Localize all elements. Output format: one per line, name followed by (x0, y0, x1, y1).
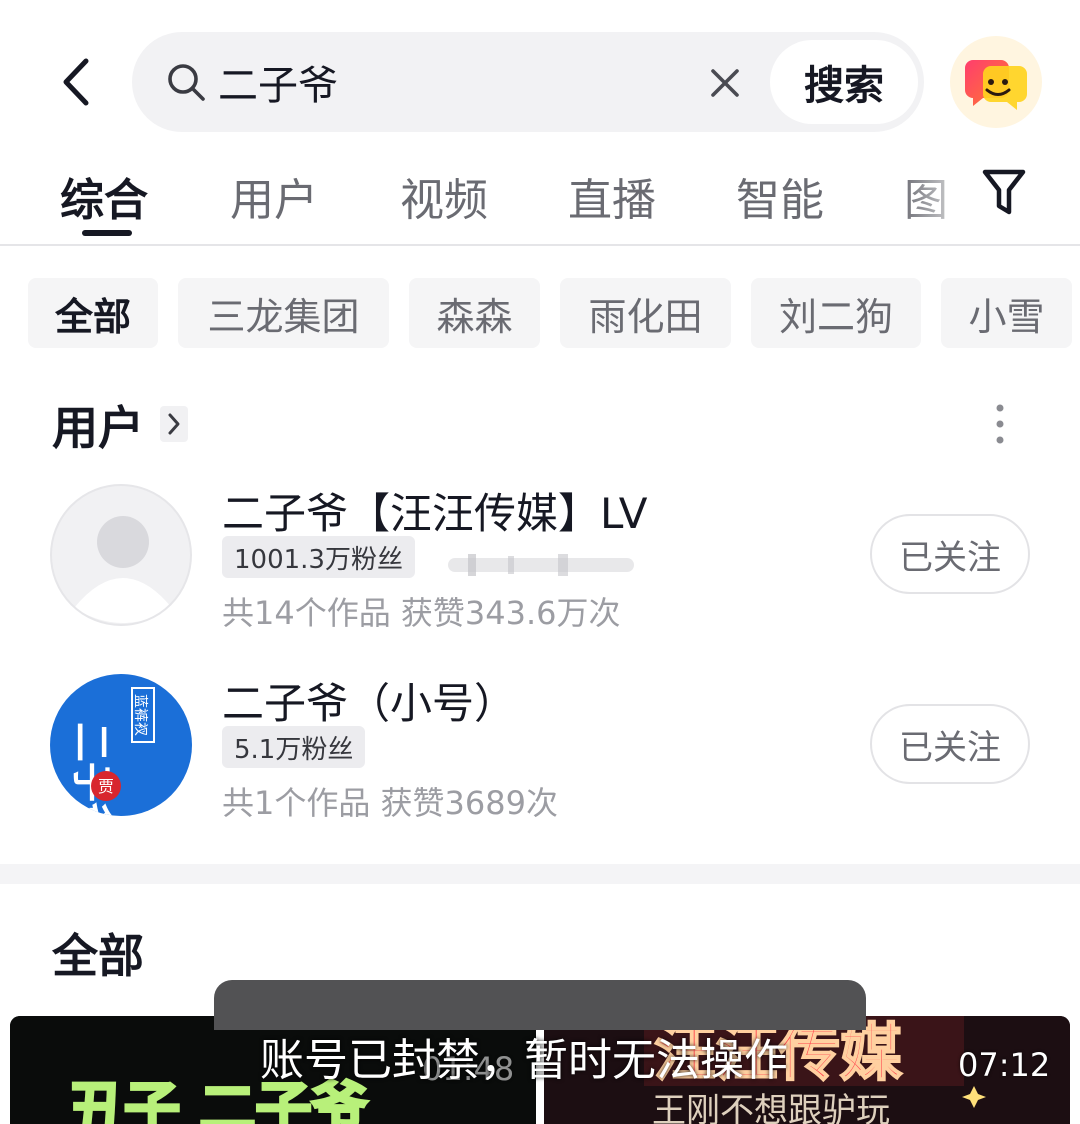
search-input[interactable] (218, 54, 698, 110)
chip-related[interactable]: 小雪 (941, 278, 1072, 348)
all-section-title: 全部 (52, 929, 144, 983)
chip-related[interactable]: 刘二狗 (751, 278, 921, 348)
video-duration: 07:12 (958, 1046, 1051, 1084)
search-icon (168, 64, 205, 101)
toast-message: 账号已封禁，暂时无法操作 (260, 1035, 788, 1086)
users-section-title[interactable]: 用户 (52, 392, 144, 458)
user-name: 二子爷（小号） (222, 679, 517, 728)
user-stats: 共14个作品 获赞343.6万次 (222, 594, 621, 632)
chevron-right-icon (168, 413, 180, 435)
top-bar: 搜索 (0, 0, 1080, 150)
more-options-icon[interactable] (986, 400, 1014, 448)
tab-live[interactable]: 直播 (568, 164, 656, 228)
result-tabs: 综合 用户 视频 直播 智能 图 (0, 150, 1080, 246)
chip-related[interactable]: 森森 (409, 278, 540, 348)
tab-smart[interactable]: 智能 (736, 164, 824, 228)
smiley-chat-icon (965, 60, 1027, 110)
user-stats: 共1个作品 获赞3689次 (222, 784, 558, 822)
clear-search-icon[interactable] (704, 62, 746, 104)
filter-icon[interactable] (982, 168, 1026, 218)
avatar-text: 二子爷 (68, 722, 115, 816)
person-placeholder-icon (74, 516, 172, 623)
related-chips: 全部 三龙集团 森森 雨化田 刘二狗 小雪 (0, 278, 1080, 348)
fans-count-badge: 1001.3万粉丝 (222, 536, 415, 578)
mascot-avatar-button[interactable] (950, 36, 1042, 128)
account-avatar: 二子爷 蓝裤衩 贾 (50, 674, 192, 816)
avatar-logo: 二子爷 蓝裤衩 贾 (68, 687, 155, 816)
following-button[interactable]: 已关注 (870, 514, 1030, 594)
chip-related[interactable]: 三龙集团 (178, 278, 389, 348)
chip-all[interactable]: 全部 (28, 278, 158, 348)
redacted-account-id (448, 554, 634, 576)
tab-videos[interactable]: 视频 (400, 164, 488, 228)
users-section-more-button[interactable] (160, 406, 188, 442)
section-divider (0, 864, 1080, 884)
default-avatar (50, 484, 192, 626)
video-caption: 王刚不想跟驴玩 (652, 1091, 890, 1124)
tab-users[interactable]: 用户 (230, 164, 318, 228)
avatar-seal-text: 贾 (98, 777, 114, 796)
avatar-side-text: 蓝裤衩 (132, 694, 148, 736)
chip-related[interactable]: 雨化田 (560, 278, 731, 348)
search-bar[interactable]: 搜索 (132, 32, 924, 132)
user-result-row[interactable]: 二子爷 蓝裤衩 贾 二子爷（小号） 5.1万粉丝 共1个作品 获赞3689次 已… (0, 666, 1080, 836)
fans-count-badge: 5.1万粉丝 (222, 726, 366, 768)
back-button[interactable] (50, 52, 100, 112)
back-arrow-icon (63, 58, 89, 106)
search-button[interactable]: 搜索 (770, 40, 918, 124)
tab-images[interactable]: 图 (904, 164, 948, 228)
tab-comprehensive[interactable]: 综合 (60, 164, 148, 228)
following-button[interactable]: 已关注 (870, 704, 1030, 784)
active-tab-indicator (82, 230, 132, 236)
user-name: 二子爷【汪汪传媒】LV (222, 489, 648, 538)
toast-background (214, 980, 866, 1030)
